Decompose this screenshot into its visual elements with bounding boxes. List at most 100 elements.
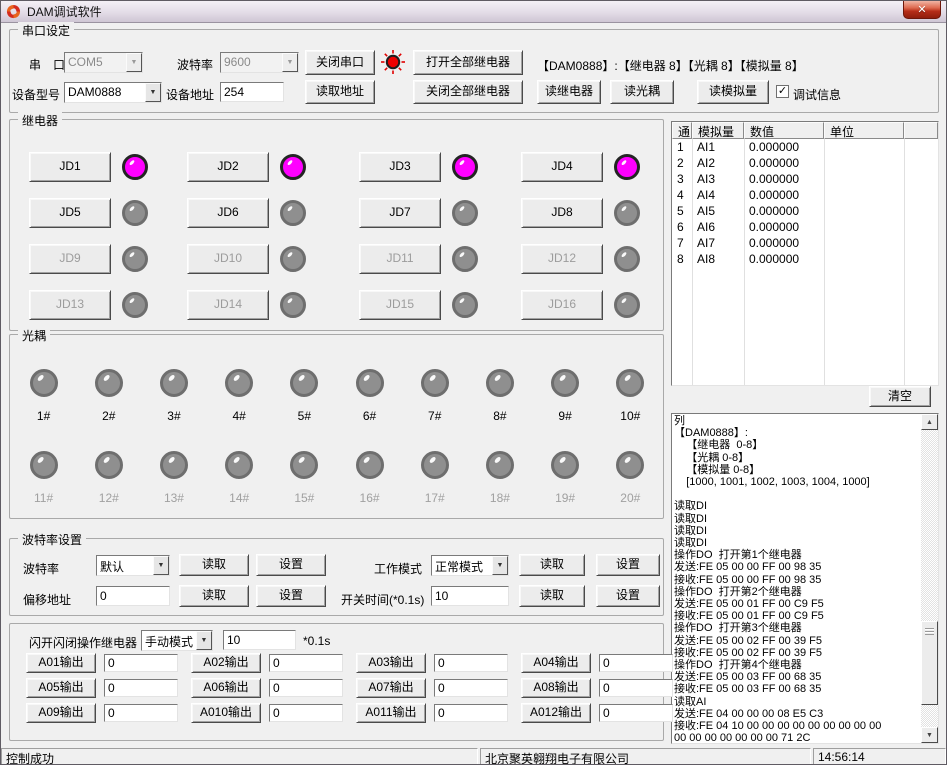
relay-button-jd5[interactable]: JD5 bbox=[29, 198, 111, 228]
close-button[interactable]: ✕ bbox=[903, 1, 941, 19]
output-input-A06输出[interactable] bbox=[269, 679, 343, 697]
output-input-A07输出[interactable] bbox=[434, 679, 508, 697]
baud-read-button[interactable]: 读取 bbox=[179, 554, 249, 576]
read-relays-button[interactable]: 读继电器 bbox=[537, 80, 601, 104]
output-button-A012输出[interactable]: A012输出 bbox=[521, 703, 591, 723]
output-input-A011输出[interactable] bbox=[434, 704, 508, 722]
offset-set-button[interactable]: 设置 bbox=[256, 585, 326, 607]
table-cell: 0.000000 bbox=[744, 236, 824, 250]
relay-button-jd15[interactable]: JD15 bbox=[359, 290, 441, 320]
output-cell: A01输出 bbox=[26, 650, 191, 675]
flash-mode-combo[interactable]: 手动模式 ▼ bbox=[141, 630, 213, 651]
relay-button-jd10[interactable]: JD10 bbox=[187, 244, 269, 274]
work-mode-read-button[interactable]: 读取 bbox=[519, 554, 585, 576]
close-all-relays-button[interactable]: 关闭全部继电器 bbox=[413, 80, 523, 104]
switch-time-read-button[interactable]: 读取 bbox=[519, 585, 585, 607]
opto-cell: 9# bbox=[533, 369, 598, 423]
opto-led-20# bbox=[616, 451, 644, 479]
opto-cell: 20# bbox=[598, 451, 663, 505]
relay-button-jd1[interactable]: JD1 bbox=[29, 152, 111, 182]
output-cell: A02输出 bbox=[191, 650, 356, 675]
opto-led-4# bbox=[225, 369, 253, 397]
output-input-A010输出[interactable] bbox=[269, 704, 343, 722]
read-opto-button[interactable]: 读光耦 bbox=[610, 80, 674, 104]
relay-button-jd3[interactable]: JD3 bbox=[359, 152, 441, 182]
flash-time-input[interactable] bbox=[223, 630, 296, 650]
debug-info-checkbox[interactable]: ✓ bbox=[776, 85, 789, 98]
output-input-A05输出[interactable] bbox=[104, 679, 178, 697]
offset-addr-input[interactable] bbox=[96, 586, 170, 606]
table-cell: AI1 bbox=[692, 140, 744, 154]
table-row: 4AI40.000000 bbox=[672, 187, 938, 203]
open-all-relays-button[interactable]: 打开全部继电器 bbox=[413, 50, 523, 75]
baud-setting-combo[interactable]: 默认 ▼ bbox=[96, 555, 170, 576]
switch-time-input[interactable] bbox=[431, 586, 509, 606]
chevron-down-icon[interactable]: ▼ bbox=[282, 53, 298, 72]
chevron-down-icon[interactable]: ▼ bbox=[196, 631, 212, 650]
relay-button-jd14[interactable]: JD14 bbox=[187, 290, 269, 320]
output-cell: A04输出 bbox=[521, 650, 673, 675]
relay-button-jd16[interactable]: JD16 bbox=[521, 290, 603, 320]
output-button-A08输出[interactable]: A08输出 bbox=[521, 678, 591, 698]
flash-operate-label: 闪开闪闭操作继电器 bbox=[29, 634, 137, 651]
relay-button-jd11[interactable]: JD11 bbox=[359, 244, 441, 274]
close-port-button[interactable]: 关闭串口 bbox=[305, 50, 375, 75]
scroll-up-icon[interactable]: ▲ bbox=[921, 414, 938, 430]
scrollbar-thumb[interactable] bbox=[921, 621, 938, 705]
output-button-A04输出[interactable]: A04输出 bbox=[521, 653, 591, 673]
output-button-A03输出[interactable]: A03输出 bbox=[356, 653, 426, 673]
offset-read-button[interactable]: 读取 bbox=[179, 585, 249, 607]
work-mode-combo[interactable]: 正常模式 ▼ bbox=[431, 555, 509, 576]
relay-button-jd8[interactable]: JD8 bbox=[521, 198, 603, 228]
port-combo-value: COM5 bbox=[65, 53, 126, 72]
relay-button-jd4[interactable]: JD4 bbox=[521, 152, 603, 182]
relay-button-jd13[interactable]: JD13 bbox=[29, 290, 111, 320]
chevron-down-icon[interactable]: ▼ bbox=[126, 53, 142, 72]
output-button-A02输出[interactable]: A02输出 bbox=[191, 653, 261, 673]
output-button-A06输出[interactable]: A06输出 bbox=[191, 678, 261, 698]
output-input-A04输出[interactable] bbox=[599, 654, 673, 672]
relay-button-jd7[interactable]: JD7 bbox=[359, 198, 441, 228]
baud-set-button[interactable]: 设置 bbox=[256, 554, 326, 576]
relay-button-jd2[interactable]: JD2 bbox=[187, 152, 269, 182]
opto-cell: 12# bbox=[76, 451, 141, 505]
output-button-A01输出[interactable]: A01输出 bbox=[26, 653, 96, 673]
opto-label-6#: 6# bbox=[363, 409, 376, 423]
chevron-down-icon[interactable]: ▼ bbox=[153, 556, 169, 575]
relay-led-jd4 bbox=[614, 154, 640, 180]
chevron-down-icon[interactable]: ▼ bbox=[145, 83, 161, 102]
chevron-down-icon[interactable]: ▼ bbox=[492, 556, 508, 575]
log-scrollbar[interactable]: ▲ ▼ bbox=[921, 414, 938, 743]
opto-label-8#: 8# bbox=[493, 409, 506, 423]
opto-cell: 5# bbox=[272, 369, 337, 423]
output-input-A09输出[interactable] bbox=[104, 704, 178, 722]
output-input-A02输出[interactable] bbox=[269, 654, 343, 672]
output-input-A03输出[interactable] bbox=[434, 654, 508, 672]
relay-button-jd6[interactable]: JD6 bbox=[187, 198, 269, 228]
output-button-A05输出[interactable]: A05输出 bbox=[26, 678, 96, 698]
clear-log-button[interactable]: 清空 bbox=[869, 386, 931, 407]
relay-button-jd12[interactable]: JD12 bbox=[521, 244, 603, 274]
opto-led-3# bbox=[160, 369, 188, 397]
output-button-A010输出[interactable]: A010输出 bbox=[191, 703, 261, 723]
read-analog-button[interactable]: 读模拟量 bbox=[697, 80, 769, 104]
output-input-A01输出[interactable] bbox=[104, 654, 178, 672]
device-addr-input[interactable] bbox=[220, 82, 284, 102]
port-combo[interactable]: COM5 ▼ bbox=[64, 52, 143, 73]
switch-time-set-button[interactable]: 设置 bbox=[596, 585, 660, 607]
relay-button-jd9[interactable]: JD9 bbox=[29, 244, 111, 274]
baud-label: 波特率 bbox=[177, 56, 213, 73]
scroll-down-icon[interactable]: ▼ bbox=[921, 727, 938, 743]
opto-label-18#: 18# bbox=[490, 491, 510, 505]
relay-led-jd2 bbox=[280, 154, 306, 180]
output-input-A012输出[interactable] bbox=[599, 704, 673, 722]
model-combo[interactable]: DAM0888 ▼ bbox=[64, 82, 162, 103]
output-button-A011输出[interactable]: A011输出 bbox=[356, 703, 426, 723]
read-address-button[interactable]: 读取地址 bbox=[305, 80, 375, 104]
output-button-A07输出[interactable]: A07输出 bbox=[356, 678, 426, 698]
output-button-A09输出[interactable]: A09输出 bbox=[26, 703, 96, 723]
table-header-cell: 单位 bbox=[824, 122, 904, 139]
baud-combo[interactable]: 9600 ▼ bbox=[220, 52, 299, 73]
output-input-A08输出[interactable] bbox=[599, 679, 673, 697]
work-mode-set-button[interactable]: 设置 bbox=[596, 554, 660, 576]
